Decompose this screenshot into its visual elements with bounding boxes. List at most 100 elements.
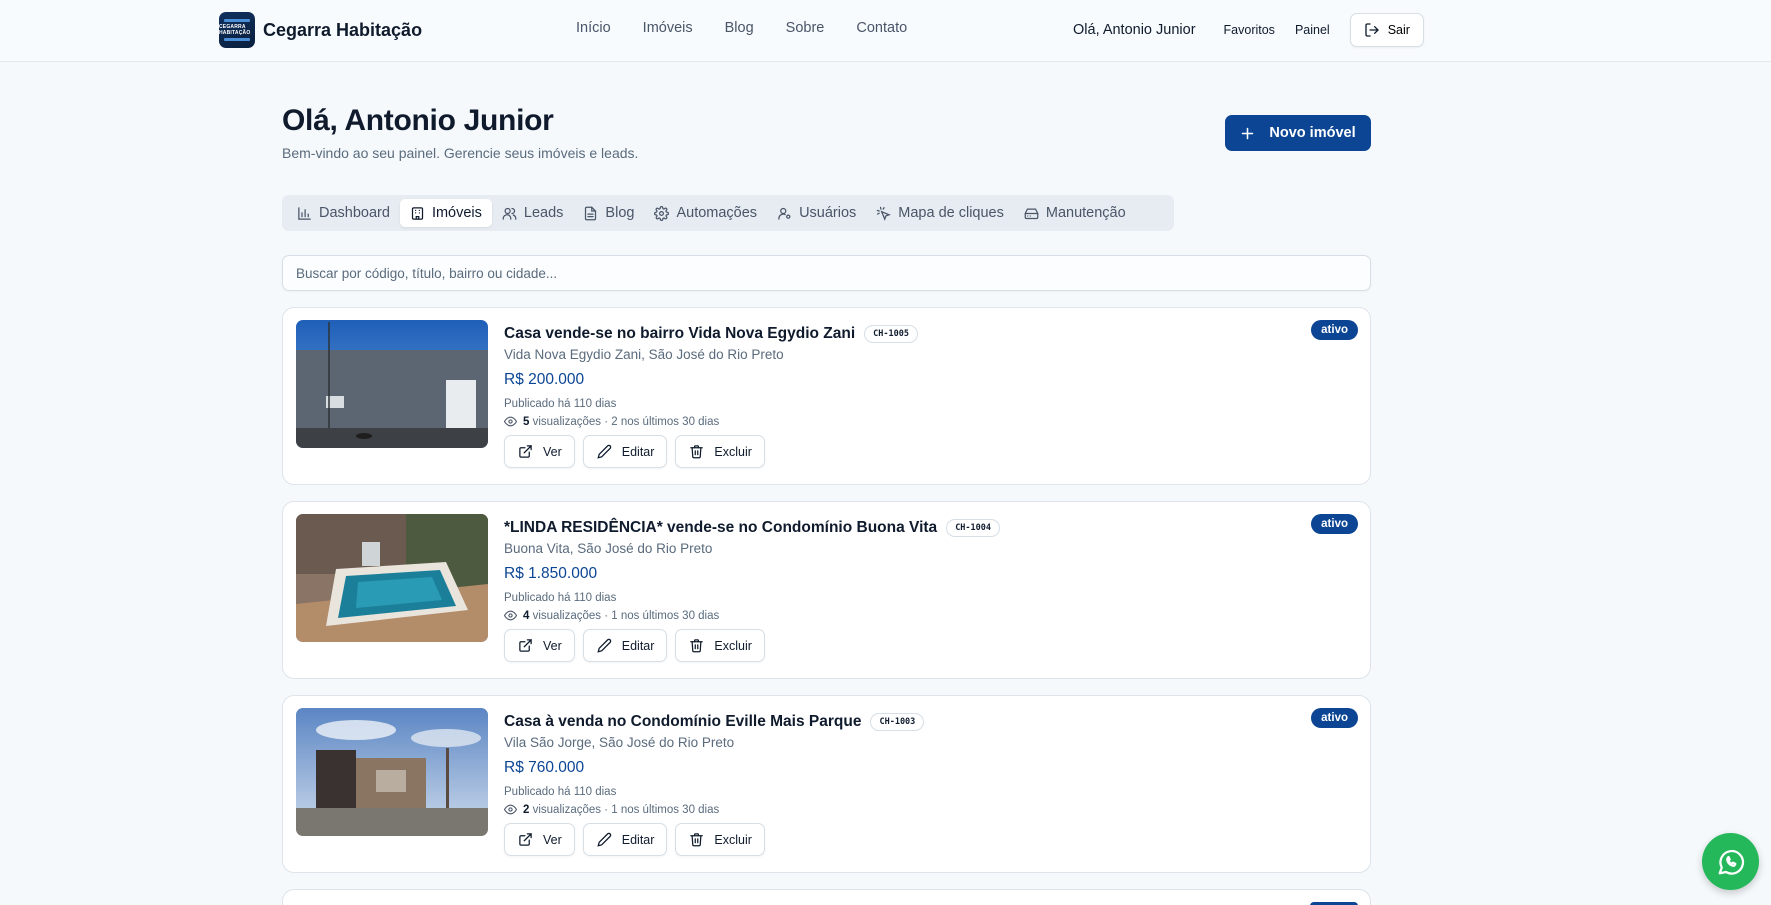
page-subtitle: Bem-vindo ao seu painel. Gerencie seus i… xyxy=(282,145,639,161)
whatsapp-icon xyxy=(1718,849,1744,875)
property-views: 2 visualizações · 1 nos últimos 30 dias xyxy=(504,803,924,816)
property-card: Casa vende-se no bairro Vida Nova Egydio… xyxy=(282,307,1371,485)
house-facade-image xyxy=(296,708,488,836)
tab-label: Imóveis xyxy=(431,205,482,221)
pool-image xyxy=(296,514,488,642)
tab-label: Leads xyxy=(523,205,564,221)
edit-button[interactable]: Editar xyxy=(582,823,668,856)
tab-label: Usuários xyxy=(799,205,857,221)
edit-button[interactable]: Editar xyxy=(582,629,668,662)
external-link-icon xyxy=(519,833,532,846)
delete-label: Excluir xyxy=(714,638,752,653)
brand-name: Cegarra Habitação xyxy=(263,19,423,40)
tab-blog[interactable]: Blog xyxy=(573,199,644,227)
view-button[interactable]: Ver xyxy=(504,435,575,468)
delete-button[interactable]: Excluir xyxy=(675,629,765,662)
property-card: *LINDA RESIDÊNCIA* vende-se no Condomíni… xyxy=(282,501,1371,679)
property-price: R$ 760.000 xyxy=(504,759,585,776)
property-photo[interactable] xyxy=(296,320,488,448)
property-photo[interactable] xyxy=(296,708,488,836)
views-count: 4 xyxy=(523,609,530,622)
delete-button[interactable]: Excluir xyxy=(675,823,765,856)
tab-label: Blog xyxy=(605,205,635,221)
status-badge: ativo xyxy=(1311,514,1358,534)
nav-link-imoveis[interactable]: Imóveis xyxy=(643,20,693,36)
property-location: Buona Vita, São José do Rio Preto xyxy=(504,541,713,556)
nav-link-contato[interactable]: Contato xyxy=(856,20,907,36)
property-views: 5 visualizações · 2 nos últimos 30 dias xyxy=(504,415,918,428)
views-text: visualizações · 2 nos últimos 30 dias xyxy=(532,415,720,428)
property-info: *LINDA RESIDÊNCIA* vende-se no Condomíni… xyxy=(504,518,1001,662)
edit-button[interactable]: Editar xyxy=(582,435,668,468)
property-info: Casa à venda no Condomínio Eville Mais P… xyxy=(504,712,925,856)
tab-automacoes[interactable]: Automações xyxy=(644,199,767,227)
trash-icon xyxy=(690,445,704,459)
top-navbar: CEGARRA HABITAÇÃO Cegarra Habitação Iníc… xyxy=(0,0,1771,62)
status-badge: ativo xyxy=(1311,320,1358,340)
brand[interactable]: CEGARRA HABITAÇÃO Cegarra Habitação xyxy=(219,12,422,48)
favorites-link[interactable]: Favoritos xyxy=(1224,23,1275,37)
nav-link-sobre[interactable]: Sobre xyxy=(786,20,825,36)
views-count: 2 xyxy=(523,803,530,816)
delete-label: Excluir xyxy=(714,444,752,459)
view-button[interactable]: Ver xyxy=(504,823,575,856)
tab-usuarios[interactable]: Usuários xyxy=(767,199,866,227)
panel-link[interactable]: Painel xyxy=(1295,23,1330,37)
eye-icon xyxy=(504,610,517,621)
property-title[interactable]: Casa vende-se no bairro Vida Nova Egydio… xyxy=(504,325,855,343)
property-code-badge: CH-1005 xyxy=(864,325,918,343)
tab-label: Manutenção xyxy=(1045,205,1126,221)
tab-dashboard[interactable]: Dashboard xyxy=(287,199,400,227)
property-actions: Ver Editar Excluir xyxy=(504,629,1000,662)
house-wall-image xyxy=(296,320,488,448)
logout-button[interactable]: Sair xyxy=(1349,13,1424,47)
view-label: Ver xyxy=(543,444,562,459)
tab-label: Mapa de cliques xyxy=(898,205,1004,221)
dashboard-tabs: Dashboard Imóveis Leads Blog Automações … xyxy=(282,195,1174,231)
property-actions: Ver Editar Excluir xyxy=(504,823,924,856)
property-price: R$ 200.000 xyxy=(504,371,585,388)
file-text-icon xyxy=(585,206,597,220)
brand-logo: CEGARRA HABITAÇÃO xyxy=(219,12,255,48)
property-card-partial xyxy=(282,889,1371,905)
view-button[interactable]: Ver xyxy=(504,629,575,662)
trash-icon xyxy=(690,833,704,847)
tab-imoveis[interactable]: Imóveis xyxy=(399,199,492,227)
view-label: Ver xyxy=(543,638,562,653)
logout-label: Sair xyxy=(1387,23,1410,37)
tab-label: Automações xyxy=(676,205,758,221)
new-property-button[interactable]: Novo imóvel xyxy=(1225,115,1371,151)
property-title[interactable]: *LINDA RESIDÊNCIA* vende-se no Condomíni… xyxy=(504,519,937,537)
property-code-badge: CH-1003 xyxy=(870,713,925,731)
tab-label: Dashboard xyxy=(319,205,390,221)
eye-icon xyxy=(504,416,517,427)
search-input[interactable] xyxy=(282,255,1371,291)
property-location: Vida Nova Egydio Zani, São José do Rio P… xyxy=(504,347,784,362)
tab-manutencao[interactable]: Manutenção xyxy=(1014,199,1136,227)
hard-drive-icon xyxy=(1024,208,1039,219)
pencil-icon xyxy=(597,638,611,653)
delete-button[interactable]: Excluir xyxy=(675,435,765,468)
trash-icon xyxy=(690,639,704,653)
nav-link-blog[interactable]: Blog xyxy=(725,20,754,36)
tab-mapa-de-cliques[interactable]: Mapa de cliques xyxy=(866,199,1014,227)
property-photo[interactable] xyxy=(296,514,488,642)
edit-label: Editar xyxy=(621,832,655,847)
gear-icon xyxy=(654,205,670,221)
property-location: Vila São Jorge, São José do Rio Preto xyxy=(504,735,735,750)
tab-leads[interactable]: Leads xyxy=(492,199,574,227)
property-code-badge: CH-1004 xyxy=(946,519,1001,537)
user-nav: Olá, Antonio Junior Favoritos Painel Sai… xyxy=(1073,13,1424,47)
property-title[interactable]: Casa à venda no Condomínio Eville Mais P… xyxy=(504,713,861,731)
nav-link-inicio[interactable]: Início xyxy=(576,20,611,36)
external-link-icon xyxy=(519,445,532,458)
view-label: Ver xyxy=(543,832,562,847)
status-badge: ativo xyxy=(1311,708,1358,728)
logout-icon xyxy=(1365,23,1379,37)
property-price: R$ 1.850.000 xyxy=(504,565,598,582)
new-property-label: Novo imóvel xyxy=(1269,125,1356,141)
edit-label: Editar xyxy=(621,638,655,653)
property-published: Publicado há 110 dias xyxy=(504,786,617,798)
whatsapp-chat-button[interactable] xyxy=(1702,833,1759,890)
views-count: 5 xyxy=(523,415,530,428)
